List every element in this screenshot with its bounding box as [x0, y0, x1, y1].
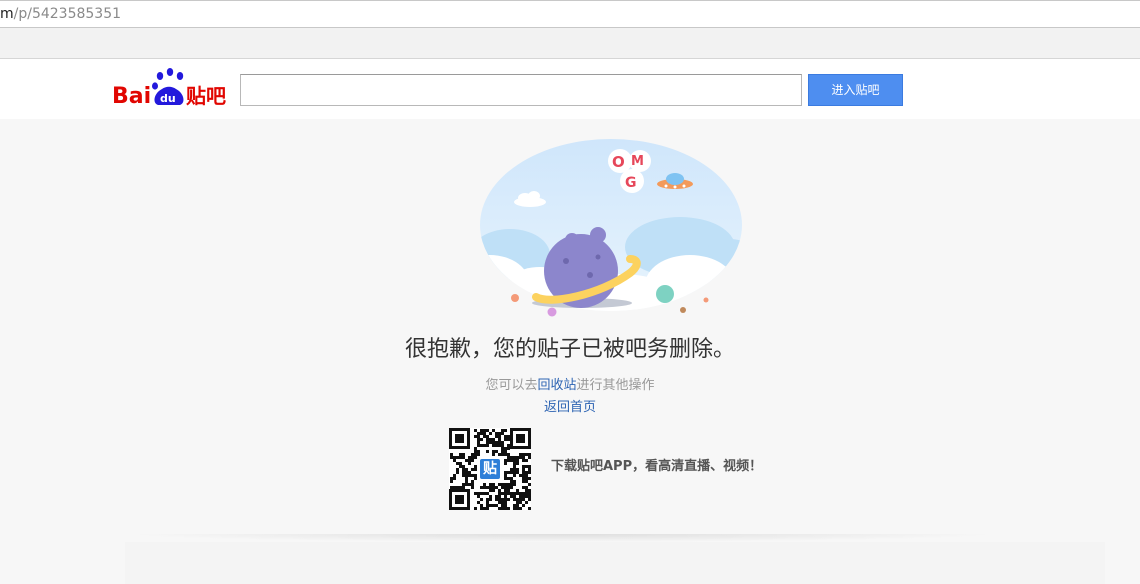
qr-center-badge-text: 贴: [483, 461, 497, 477]
address-url[interactable]: m/p/5423585351: [0, 6, 121, 22]
address-url-path: /p/5423585351: [13, 6, 122, 22]
browser-toolbar: [0, 28, 1140, 59]
address-url-prefix: m: [0, 6, 14, 22]
site-header: Bai du 贴吧 进入贴吧: [0, 59, 1140, 119]
svg-text:du: du: [160, 92, 176, 105]
enter-tieba-button[interactable]: 进入贴吧: [808, 74, 903, 106]
recycle-hint: 您可以去回收站进行其他操作: [0, 377, 1140, 395]
search-input[interactable]: [240, 74, 802, 106]
app-download-qr-code: 贴: [449, 428, 531, 510]
footer-panel: [125, 542, 1105, 584]
recycle-hint-suffix: 进行其他操作: [576, 378, 655, 393]
baidu-tieba-logo[interactable]: Bai du 贴吧: [112, 67, 232, 111]
svg-text:G: G: [625, 175, 637, 191]
browser-address-bar[interactable]: m/p/5423585351: [0, 0, 1140, 28]
back-home-link[interactable]: 返回首页: [0, 399, 1140, 417]
deleted-post-illustration: O M G: [480, 139, 742, 317]
recycle-hint-prefix: 您可以去: [485, 378, 538, 393]
content-divider-shadow: [125, 534, 1000, 542]
svg-text:Bai: Bai: [112, 84, 151, 109]
app-download-text: 下载贴吧APP，看高清直播、视频！: [551, 459, 763, 474]
error-title: 很抱歉，您的贴子已被吧务删除。: [404, 337, 735, 362]
recycle-bin-link[interactable]: 回收站: [537, 378, 576, 393]
svg-text:贴吧: 贴吧: [186, 84, 226, 108]
svg-text:M: M: [631, 154, 644, 169]
svg-text:O: O: [612, 153, 625, 171]
